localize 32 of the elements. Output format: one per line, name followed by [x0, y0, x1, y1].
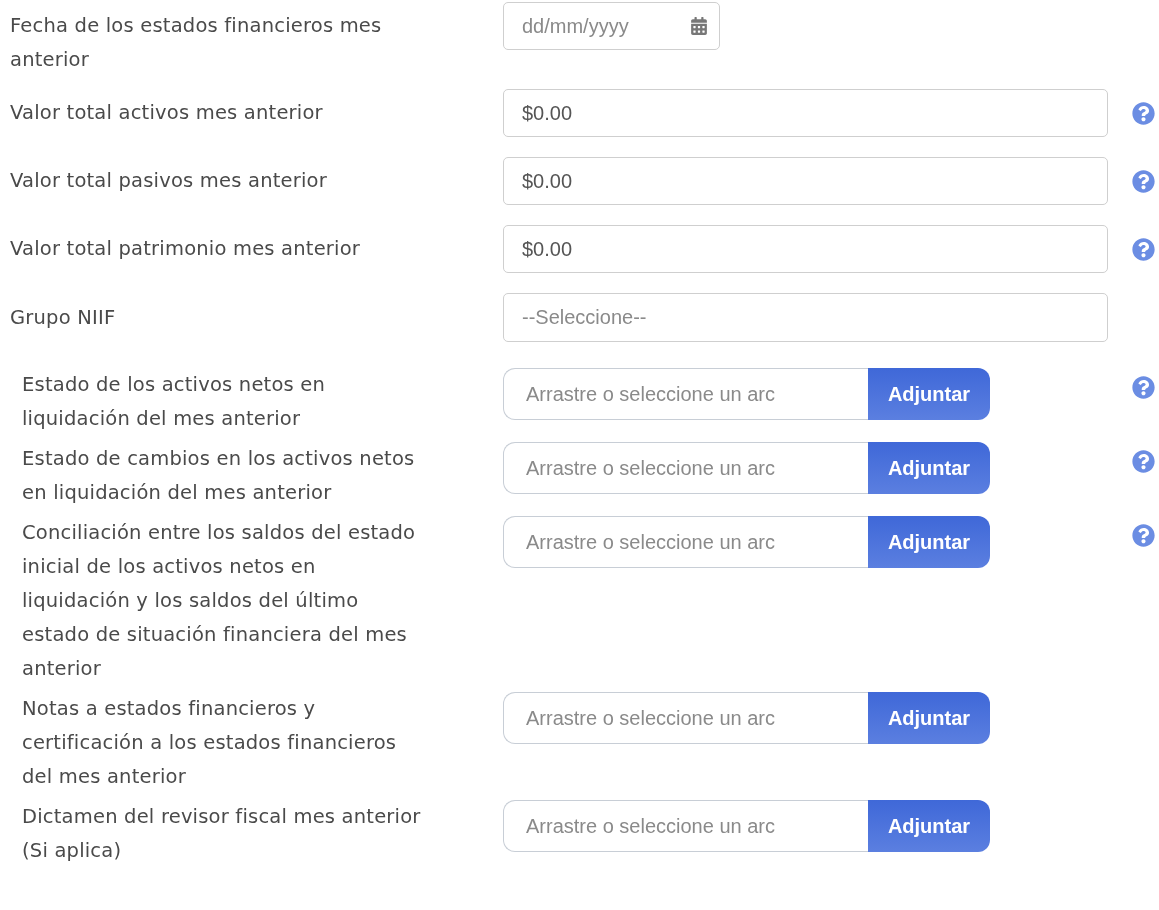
field-label: Estado de los activos netos en liquidación del mes anterior	[21, 372, 327, 432]
date-field[interactable]: dd/mm/yyyy	[503, 2, 720, 50]
attach-button[interactable]: Adjuntar	[868, 516, 990, 568]
help-icon[interactable]	[1132, 101, 1155, 125]
select-field[interactable]: --Seleccione--	[503, 293, 1108, 342]
help-icon[interactable]	[1132, 376, 1155, 399]
attach-button[interactable]: Adjuntar	[868, 368, 990, 420]
attach-button[interactable]: Adjuntar	[868, 692, 990, 744]
file-field[interactable]: Arrastre o seleccione un arc	[503, 442, 868, 494]
file-field[interactable]: Arrastre o seleccione un arc	[503, 368, 868, 420]
field-label: Fecha de los estados financieros mes anterior	[9, 13, 383, 73]
amount-field[interactable]: $0.00	[503, 157, 1108, 205]
file-field[interactable]: Arrastre o seleccione un arc	[503, 692, 868, 744]
field-label: Grupo NIIF	[9, 304, 117, 331]
file-field[interactable]: Arrastre o seleccione un arc	[503, 516, 868, 568]
calendar-icon[interactable]	[690, 17, 708, 35]
field-label: Valor total activos mes anterior	[9, 100, 324, 126]
field-label: Valor total pasivos mes anterior	[9, 168, 328, 194]
attach-button[interactable]: Adjuntar	[868, 800, 990, 852]
field-label: Dictamen del revisor fiscal mes anterior (Si aplica)	[21, 804, 422, 864]
help-icon[interactable]	[1132, 524, 1155, 547]
field-label: Notas a estados financieros y certificación a los estados financieros del mes anterior	[21, 696, 398, 790]
field-label: Valor total patrimonio mes anterior	[9, 236, 362, 262]
field-label: Conciliación entre los saldos del estado inicial de los activos netos en liquidación y los saldos del último estado de situación financiera del mes anterior	[21, 520, 417, 682]
field-label: Estado de cambios en los activos netos en liquidación del mes anterior	[21, 446, 416, 506]
amount-field[interactable]: $0.00	[503, 89, 1108, 137]
attach-button[interactable]: Adjuntar	[868, 442, 990, 494]
file-field[interactable]: Arrastre o seleccione un arc	[503, 800, 868, 852]
amount-field[interactable]: $0.00	[503, 225, 1108, 273]
help-icon[interactable]	[1132, 169, 1155, 193]
help-icon[interactable]	[1132, 237, 1155, 261]
help-icon[interactable]	[1132, 450, 1155, 473]
